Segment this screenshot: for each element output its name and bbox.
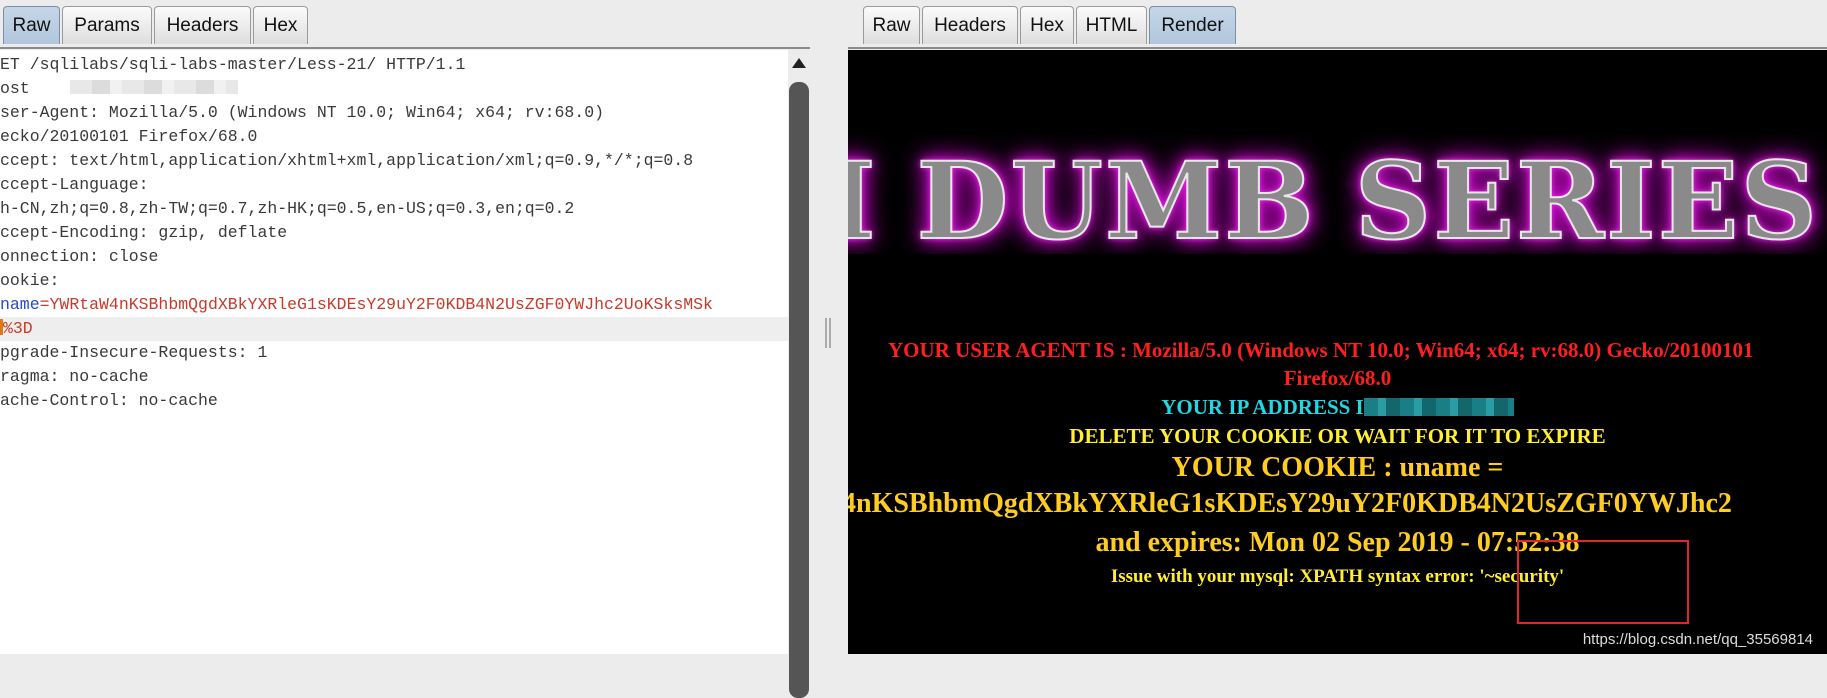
rendered-page: I DUMB SERIES YOUR USER AGENT IS : Mozil…	[848, 50, 1827, 654]
tab-underline	[848, 47, 1827, 49]
cookie-continuation-line: %3D	[0, 317, 788, 341]
request-line: ache-Control: no-cache	[0, 391, 218, 410]
request-line: ET /sqlilabs/sqli-labs-master/Less-21/ H…	[0, 55, 466, 74]
cookie-value: YWRtaW4nKSBhbmQgdXBkYXRleG1sKDEsY29uY2F0…	[49, 295, 713, 314]
request-line: ser-Agent: Mozilla/5.0 (Windows NT 10.0;…	[0, 103, 604, 122]
response-tab-hex[interactable]: Hex	[1020, 6, 1074, 44]
redacted-host	[69, 80, 238, 94]
response-tab-render[interactable]: Render	[1149, 6, 1236, 44]
request-tab-headers[interactable]: Headers	[154, 6, 251, 44]
request-line: ecko/20100101 Firefox/68.0	[0, 127, 258, 146]
request-tab-hex[interactable]: Hex	[253, 6, 308, 44]
request-line: ost	[0, 77, 238, 101]
request-line: onnection: close	[0, 247, 159, 266]
request-text-editor[interactable]: ET /sqlilabs/sqli-labs-master/Less-21/ H…	[0, 50, 788, 654]
cookie-label: YOUR COOKIE : uname =	[1171, 452, 1504, 483]
request-line: pgrade-Insecure-Requests: 1	[0, 343, 268, 362]
request-tab-params[interactable]: Params	[62, 6, 152, 44]
redacted-ip	[1363, 398, 1514, 416]
delete-cookie-notice: DELETE YOUR COOKIE OR WAIT FOR IT TO EXP…	[1069, 424, 1606, 448]
watermark: https://blog.csdn.net/qq_35569814	[1582, 631, 1813, 648]
scrollbar-thumb[interactable]	[789, 82, 809, 698]
user-agent-continuation: Firefox/68.0	[1283, 366, 1392, 390]
cookie-name: name	[0, 295, 40, 314]
request-line: ccept-Encoding: gzip, deflate	[0, 223, 288, 242]
banner-image: I DUMB SERIES	[848, 137, 1820, 254]
response-panel: Raw Headers Hex HTML Render I DUMB SERIE…	[848, 0, 1827, 654]
request-line: ookie:	[0, 271, 60, 290]
request-line: h-CN,zh;q=0.8,zh-TW;q=0.7,zh-HK;q=0.5,en…	[0, 199, 575, 218]
split-pane-divider[interactable]	[818, 0, 848, 654]
cookie-equals: =	[39, 295, 50, 314]
scroll-up-arrow-icon[interactable]	[792, 58, 806, 68]
response-tab-html[interactable]: HTML	[1076, 6, 1147, 44]
cookie-value-display: 4nKSBhbmQgdXBkYXRleG1sKDEsY29uY2F0KDB4N2…	[848, 488, 1732, 519]
request-line: ccept: text/html,application/xhtml+xml,a…	[0, 151, 694, 170]
divider-grip-icon[interactable]	[825, 318, 831, 348]
request-line: ragma: no-cache	[0, 367, 149, 386]
annotation-highlight-box	[1517, 540, 1689, 624]
user-agent-text: YOUR USER AGENT IS : Mozilla/5.0 (Window…	[888, 338, 1754, 362]
request-line: ccept-Language:	[0, 175, 149, 194]
response-tab-headers[interactable]: Headers	[922, 6, 1018, 44]
request-tab-raw[interactable]: Raw	[3, 6, 60, 44]
request-panel: Raw Params Headers Hex ET /sqlilabs/sqli…	[0, 0, 818, 698]
request-scrollbar[interactable]	[788, 50, 810, 698]
tab-underline	[0, 47, 810, 49]
response-tab-raw[interactable]: Raw	[863, 6, 920, 44]
cookie-line: name=YWRtaW4nKSBhbmQgdXBkYXRleG1sKDEsY29…	[0, 293, 713, 317]
ip-address-text: YOUR IP ADDRESS I	[848, 395, 1827, 420]
